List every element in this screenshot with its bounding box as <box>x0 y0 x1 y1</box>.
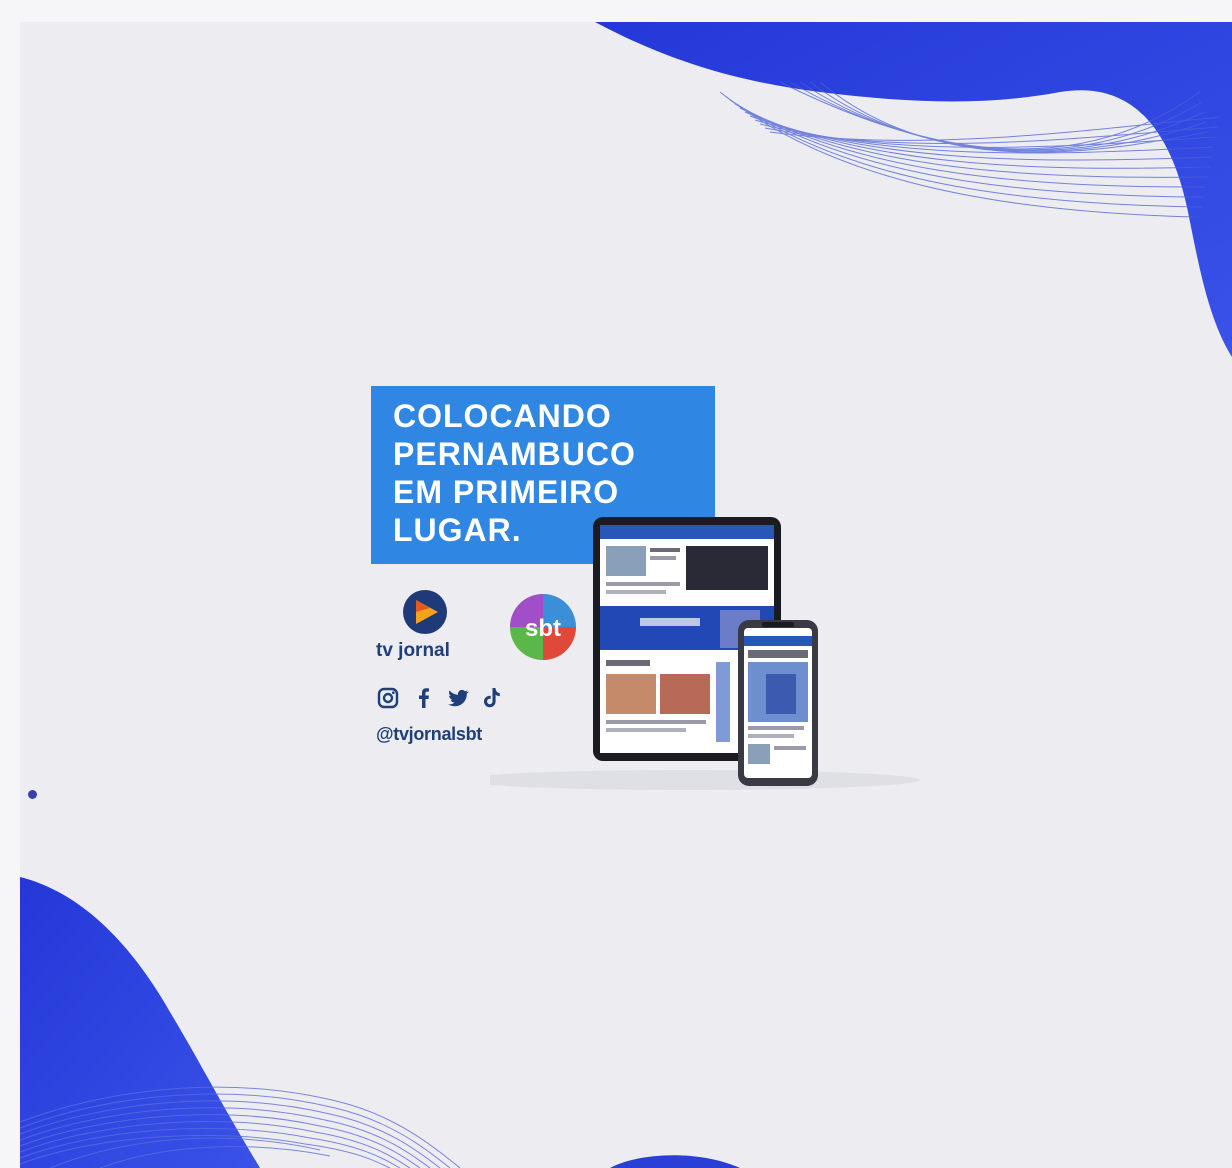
top-right-wave <box>595 22 1232 357</box>
bottom-center-wave <box>610 1155 740 1168</box>
decorative-dot <box>28 790 37 799</box>
tv-jornal-logo-icon <box>403 590 447 634</box>
image-frame: COLOCANDO PERNAMBUCO EM PRIMEIRO LUGAR. … <box>0 0 1232 1168</box>
facebook-icon[interactable] <box>412 686 436 710</box>
bottom-left-wave <box>20 877 260 1168</box>
promo-image: COLOCANDO PERNAMBUCO EM PRIMEIRO LUGAR. … <box>20 22 1232 1168</box>
instagram-icon[interactable] <box>376 686 400 710</box>
tv-jornal-wordmark: tv jornal <box>376 640 450 661</box>
devices-illustration <box>490 517 920 790</box>
social-handle: @tvjornalsbt <box>376 724 482 744</box>
headline-line-2: PERNAMBUCO <box>393 436 636 472</box>
headline-line-3: EM PRIMEIRO <box>393 474 620 510</box>
twitter-icon[interactable] <box>446 686 470 710</box>
headline-line-1: COLOCANDO <box>393 398 612 434</box>
phone-mockup <box>738 620 818 786</box>
